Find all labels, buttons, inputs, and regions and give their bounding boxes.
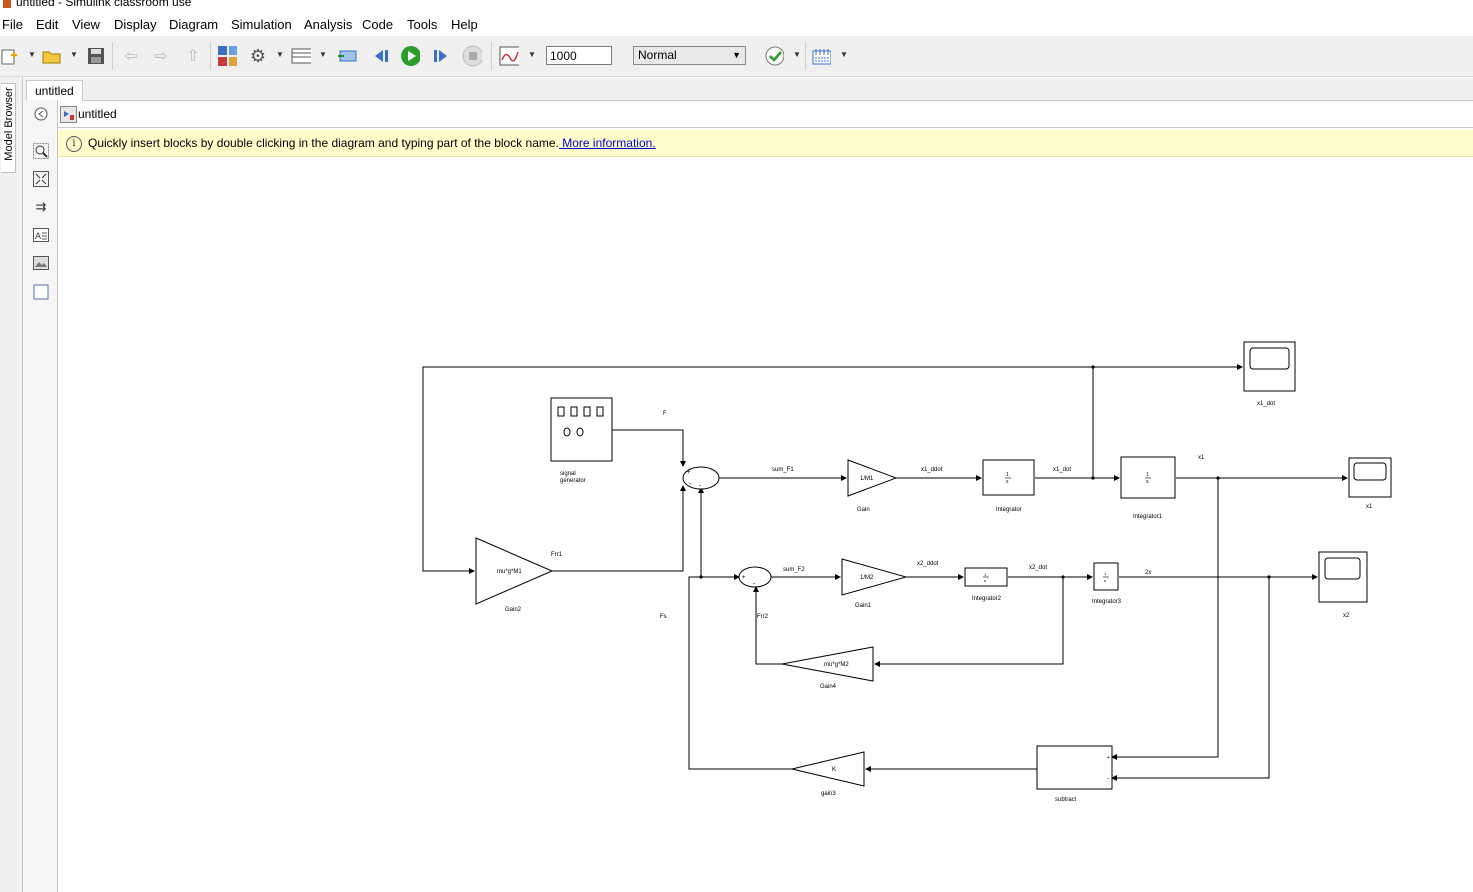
gain1-label: Gain1 <box>855 603 872 609</box>
signal-label-sum-f1: sum_F1 <box>772 467 794 473</box>
svg-text:+: + <box>742 575 746 581</box>
signal-generator-block[interactable] <box>550 397 613 462</box>
integrator3-label: Integrator3 <box>1092 599 1122 605</box>
sum-block[interactable]: + - - <box>682 466 720 490</box>
integrator3-block[interactable] <box>1093 562 1119 591</box>
gain4-label: Gain4 <box>820 684 837 690</box>
signal-label-x2-dot: x2_dot <box>1029 565 1047 571</box>
gain3-value: K <box>832 767 836 773</box>
signal-label-x1-dot: x1_dot <box>1053 467 1071 473</box>
svg-text:+: + <box>1107 755 1110 761</box>
gain2-value: mu*g*M1 <box>497 569 522 575</box>
signal-label-x2-ddot: x2_ddot <box>917 561 939 567</box>
signal-label-frr1: Frr1 <box>551 552 563 558</box>
integrator1-num: 1 <box>1146 472 1149 478</box>
signal-label-x1: x1 <box>1198 455 1205 461</box>
signal-label-sum-f2: sum_F2 <box>783 567 805 573</box>
signal-label-fs: Fs <box>660 614 667 620</box>
svg-text:-: - <box>1107 776 1109 782</box>
signal-label-frr2: Frr2 <box>757 614 769 620</box>
gain1-value: 1/M2 <box>860 575 874 581</box>
signal-generator-label: signal <box>560 471 576 477</box>
signal-label-F: F <box>663 411 667 417</box>
gain1-block[interactable] <box>841 558 908 596</box>
gain2-label: Gain2 <box>505 607 522 613</box>
subtract-block[interactable]: + - <box>1036 745 1113 790</box>
gain-label: Gain <box>857 507 870 513</box>
x1-scope-label: x1 <box>1366 504 1373 510</box>
diagram-canvas: signal generator + - - 1/M1 Gain 1 s Int… <box>422 341 1392 803</box>
integrator2-block[interactable] <box>964 567 1008 587</box>
signal-label-x2: 2x <box>1145 570 1151 576</box>
sum2-block[interactable]: + - <box>738 566 772 588</box>
integrator2-den: s <box>984 578 986 583</box>
integrator1-label: Integrator1 <box>1133 514 1163 520</box>
signal-label-x1-ddot: x1_ddot <box>921 467 943 473</box>
integrator3-den: s <box>1104 578 1106 583</box>
integrator2-label: Integrator2 <box>972 596 1002 602</box>
x1-scope-block[interactable] <box>1348 457 1392 498</box>
gain3-block[interactable] <box>791 751 865 787</box>
gain-value: 1/M1 <box>860 476 874 482</box>
signal-generator-label: generator <box>560 478 586 484</box>
svg-text:+: + <box>687 470 691 476</box>
x1-dot-scope-label: x1_dot <box>1257 401 1275 407</box>
subtract-label: subtract <box>1055 797 1077 803</box>
integrator-num: 1 <box>1006 472 1009 478</box>
gain4-value: mu*g*M2 <box>824 662 849 668</box>
integrator-label: Integrator <box>996 507 1022 513</box>
x2-scope-block[interactable] <box>1318 551 1368 603</box>
x1-dot-scope-block[interactable] <box>1243 341 1296 392</box>
gain3-label: gain3 <box>821 791 836 797</box>
x2-scope-label: x2 <box>1343 613 1350 619</box>
